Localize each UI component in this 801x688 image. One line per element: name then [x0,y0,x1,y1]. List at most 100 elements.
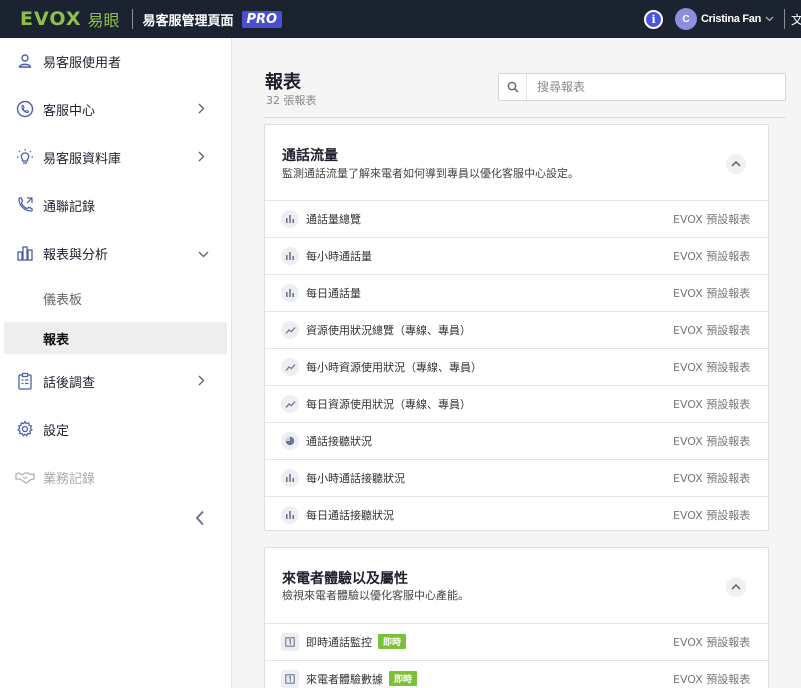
sidebar-item-label: 話後調查 [43,375,96,391]
sidebar-item-reports-analytics[interactable]: 報表與分析 [0,235,231,271]
bar-chart-icon [281,469,299,487]
report-name: 每小時資源使用狀況（專線、專員） [306,361,482,374]
report-source: EVOX 預設報表 [673,509,751,522]
sidebar-item-business-records[interactable]: 業務記錄 [0,459,231,495]
avatar[interactable]: C [675,8,698,30]
evox-logo[interactable]: EVOX 易眼 [20,0,120,38]
user-icon [15,51,35,71]
sidebar-item-label: 報表 [43,332,70,348]
search-icon[interactable] [499,74,527,100]
report-name: 來電者體驗數據 [306,673,383,686]
sidebar-item-label: 客服中心 [43,103,96,119]
report-row[interactable]: 每小時通話接聽狀況 EVOX 預設報表 [265,459,768,496]
pie-chart-icon [281,432,299,450]
collapse-sidebar-button[interactable] [190,506,210,530]
report-source: EVOX 預設報表 [673,636,751,649]
user-name[interactable]: Cristina Fan [701,13,761,25]
sidebar-item-dashboard[interactable]: 儀表板 [4,282,227,314]
report-row[interactable]: 通話量總覽 EVOX 預設報表 [265,200,768,237]
line-chart-icon [281,321,299,339]
lightbulb-icon [15,147,35,167]
info-icon[interactable]: i [644,9,664,29]
clipboard-icon [15,371,35,391]
divider [264,117,786,118]
report-source: EVOX 預設報表 [673,250,751,263]
bar-chart-icon [15,243,35,263]
top-bar: EVOX 易眼 易客服管理頁面 PRO i C Cristina Fan 文 [0,0,801,38]
page-title: 報表 [265,72,301,93]
report-name: 資源使用狀況總覽（專線、專員） [306,324,471,337]
chevron-right-icon [198,102,205,117]
sidebar-item-settings[interactable]: 設定 [0,411,231,447]
chevron-down-icon [198,246,209,261]
report-source: EVOX 預設報表 [673,435,751,448]
chevron-right-icon [198,374,205,389]
language-icon[interactable]: 文 [791,11,801,28]
handshake-icon [15,467,35,487]
realtime-badge: 即時 [389,671,418,686]
report-row[interactable]: 資源使用狀況總覽（專線、專員） EVOX 預設報表 [265,311,768,348]
gear-icon [15,419,35,439]
number-icon [281,633,299,651]
sidebar-item-label: 設定 [43,423,70,439]
bar-chart-icon [281,284,299,302]
divider [784,9,785,29]
sidebar-item-label: 通聯記錄 [43,199,96,215]
sidebar-item-contact-center[interactable]: 客服中心 [0,91,231,127]
report-name: 每小時通話量 [306,250,372,263]
sidebar-item-label: 儀表板 [43,292,83,308]
chevron-down-icon[interactable] [765,14,774,24]
sidebar-item-label: 易客服資料庫 [43,151,122,167]
report-row[interactable]: 每日資源使用狀況（專線、專員） EVOX 預設報表 [265,385,768,422]
sidebar: 易客服使用者 客服中心 易客服資料庫 通聯記錄 報表與分析 儀表板 報表 話後調… [0,38,232,688]
report-source: EVOX 預設報表 [673,287,751,300]
report-row[interactable]: 每小時通話量 EVOX 預設報表 [265,237,768,274]
report-name: 通話量總覽 [306,213,361,226]
report-row[interactable]: 來電者體驗數據 即時 EVOX 預設報表 [265,660,768,688]
phone-icon [15,195,35,215]
bar-chart-icon [281,247,299,265]
sidebar-item-label: 易客服使用者 [43,55,122,71]
chevron-right-icon [198,150,205,165]
report-source: EVOX 預設報表 [673,361,751,374]
section-title: 通話流量 [282,148,338,164]
report-row[interactable]: 每小時資源使用狀況（專線、專員） EVOX 預設報表 [265,348,768,385]
report-row[interactable]: 即時通話監控 即時 EVOX 預設報表 [265,623,768,660]
report-name: 每日通話量 [306,287,361,300]
logo-text: EVOX [20,8,82,30]
sidebar-item-knowledge-base[interactable]: 易客服資料庫 [0,139,231,175]
logo-cn-text: 易眼 [87,11,120,30]
report-row[interactable]: 每日通話量 EVOX 預設報表 [265,274,768,311]
sidebar-item-users[interactable]: 易客服使用者 [0,43,231,79]
report-row[interactable]: 通話接聽狀況 EVOX 預設報表 [265,422,768,459]
headset-icon [15,99,35,119]
section-description: 監測通話流量了解來電者如何導到專員以優化客服中心設定。 [282,167,579,180]
collapse-section-button[interactable] [726,154,746,174]
section-description: 檢視來電者體驗以優化客服中心產能。 [282,589,469,602]
sidebar-item-label: 報表與分析 [43,247,109,263]
app-title: 易客服管理頁面 [142,13,234,29]
report-name-with-badge: 來電者體驗數據 即時 [306,671,418,687]
report-name-with-badge: 即時通話監控 即時 [306,634,407,650]
report-source: EVOX 預設報表 [673,472,751,485]
section-title: 來電者體驗以及屬性 [282,571,408,587]
report-source: EVOX 預設報表 [673,213,751,226]
report-source: EVOX 預設報表 [673,398,751,411]
line-chart-icon [281,358,299,376]
report-name: 每日資源使用狀況（專線、專員） [306,398,471,411]
collapse-section-button[interactable] [726,577,746,597]
report-row[interactable]: 每日通話接聽狀況 EVOX 預設報表 [265,496,768,530]
report-name: 通話接聽狀況 [306,435,372,448]
sidebar-item-survey[interactable]: 話後調查 [0,363,231,399]
search-input[interactable] [537,80,777,94]
pro-badge: PRO [241,10,283,28]
sidebar-item-label: 業務記錄 [43,471,96,487]
sidebar-item-reports[interactable]: 報表 [4,322,227,354]
line-chart-icon [281,395,299,413]
report-source: EVOX 預設報表 [673,673,751,686]
report-count: 32 張報表 [266,94,317,107]
sidebar-item-call-logs[interactable]: 通聯記錄 [0,187,231,223]
section-caller-experience: 來電者體驗以及屬性 檢視來電者體驗以優化客服中心產能。 即時通話監控 即時 EVO… [264,547,769,688]
search-box [498,73,786,101]
report-source: EVOX 預設報表 [673,324,751,337]
